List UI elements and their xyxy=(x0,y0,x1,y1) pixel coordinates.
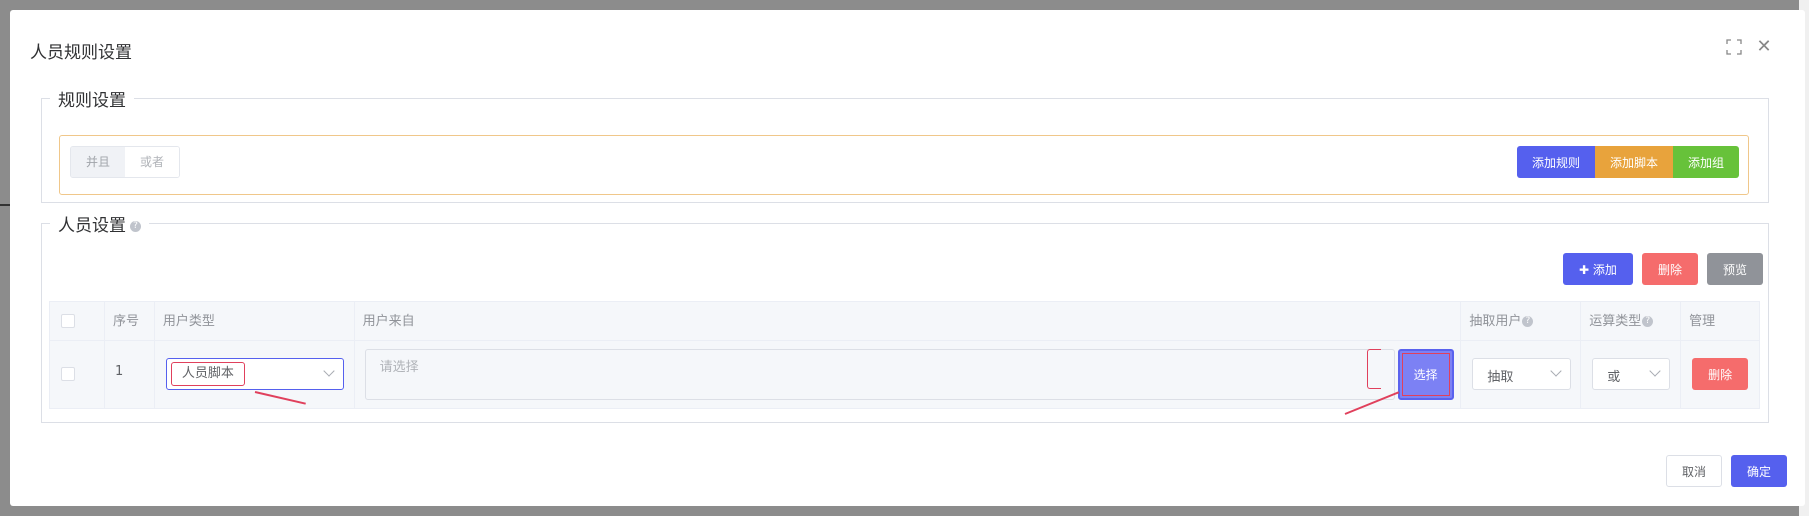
logic-or-option[interactable]: 或者 xyxy=(125,147,179,177)
header-operation-type: 运算类型? xyxy=(1581,302,1682,340)
header-user-source: 用户来自 xyxy=(355,302,1462,340)
add-script-button[interactable]: 添加脚本 xyxy=(1594,146,1673,178)
logic-toggle: 并且 或者 xyxy=(70,146,180,178)
person-toolbar: ✚ 添加 删除 预览 xyxy=(1563,253,1763,285)
row-delete-button[interactable]: 删除 xyxy=(1692,358,1749,390)
row-index-cell: 1 xyxy=(105,341,155,408)
user-source-input[interactable]: 请选择 xyxy=(364,349,1395,400)
row-extract-cell: 抽取 xyxy=(1461,341,1582,408)
highlight-box xyxy=(1366,349,1381,389)
header-extract-user: 抽取用户? xyxy=(1461,302,1582,340)
plus-icon: ✚ xyxy=(1579,262,1593,277)
add-group-button[interactable]: 添加组 xyxy=(1672,146,1739,178)
row-user-type-cell: 人员脚本 xyxy=(155,341,355,408)
question-icon[interactable]: ? xyxy=(1642,316,1654,327)
rule-container: 并且 或者 添加规则 添加脚本 添加组 xyxy=(59,135,1749,195)
header-manage: 管理 xyxy=(1689,314,1716,329)
row-index: 1 xyxy=(114,364,124,379)
rule-settings-section: 规则设置 并且 或者 添加规则 添加脚本 添加组 xyxy=(41,86,1769,203)
select-all-checkbox[interactable] xyxy=(61,314,75,328)
rule-settings-legend: 规则设置 xyxy=(58,91,126,111)
person-settings-section: 人员设置? ✚ 添加 删除 预览 序号 用户类型 用户来自 抽取用户? 运算类型… xyxy=(41,211,1769,423)
dialog-footer: 取消 确定 xyxy=(1666,455,1787,487)
operation-select[interactable]: 或 xyxy=(1592,358,1671,390)
person-settings-legend: 人员设置? xyxy=(50,211,149,236)
row-manage-cell: 删除 xyxy=(1681,341,1759,408)
extract-select[interactable]: 抽取 xyxy=(1472,358,1572,390)
user-source-placeholder: 请选择 xyxy=(379,360,419,375)
add-rule-button[interactable]: 添加规则 xyxy=(1516,146,1595,178)
header-select-all-cell xyxy=(50,302,105,340)
extract-value: 抽取 xyxy=(1487,370,1514,385)
question-icon[interactable]: ? xyxy=(1522,316,1534,327)
select-source-button[interactable]: 选择 xyxy=(1397,349,1454,400)
operation-value: 或 xyxy=(1607,370,1621,385)
chevron-down-icon xyxy=(1550,365,1563,377)
header-index: 序号 xyxy=(105,302,155,340)
dialog-title: 人员规则设置 xyxy=(30,43,132,63)
row-checkbox-cell xyxy=(50,341,105,408)
chevron-down-icon xyxy=(323,365,335,377)
user-type-value: 人员脚本 xyxy=(170,362,245,386)
user-type-select[interactable]: 人员脚本 xyxy=(165,358,344,390)
chevron-down-icon xyxy=(1649,365,1661,377)
rule-button-group: 添加规则 添加脚本 添加组 xyxy=(1516,146,1739,178)
preview-button[interactable]: 预览 xyxy=(1707,253,1763,285)
cancel-button[interactable]: 取消 xyxy=(1666,455,1722,487)
rule-settings-dialog: 人员规则设置 ✕ 规则设置 并且 或者 添加规则 添加脚本 添加组 人员设置? … xyxy=(10,10,1805,506)
logic-and-option[interactable]: 并且 xyxy=(71,147,125,177)
table-header-row: 序号 用户类型 用户来自 抽取用户? 运算类型? 管理 xyxy=(50,302,1759,341)
row-user-source-cell: 请选择 选择 xyxy=(355,341,1462,408)
add-button[interactable]: ✚ 添加 xyxy=(1563,253,1633,285)
header-user-type: 用户类型 xyxy=(155,302,355,340)
row-checkbox[interactable] xyxy=(61,367,75,381)
confirm-button[interactable]: 确定 xyxy=(1731,455,1787,487)
person-table: 序号 用户类型 用户来自 抽取用户? 运算类型? 管理 1 人员脚本 请选择 选… xyxy=(49,301,1760,409)
fullscreen-icon[interactable] xyxy=(1725,38,1743,56)
close-icon[interactable]: ✕ xyxy=(1755,38,1773,56)
question-icon[interactable]: ? xyxy=(130,220,141,232)
table-row: 1 人员脚本 请选择 选择 抽取 或 删除 xyxy=(50,341,1759,408)
delete-button[interactable]: 删除 xyxy=(1642,253,1698,285)
row-operation-cell: 或 xyxy=(1581,341,1682,408)
